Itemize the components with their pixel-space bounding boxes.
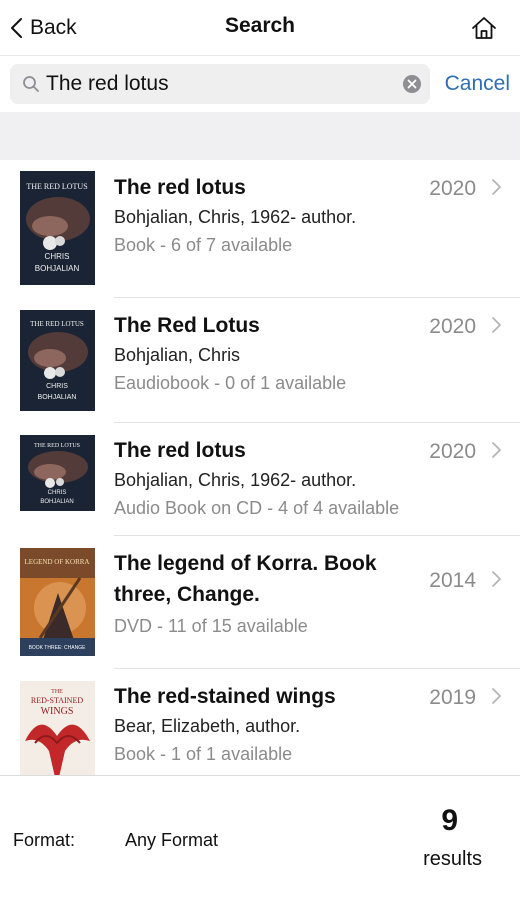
nav-bar: Back Search [0,0,520,56]
list-item[interactable]: LEGEND OF KORRA BOOK THREE: CHANGE The l… [0,536,520,669]
format-label: Format: [13,830,76,850]
result-year: 2020 [429,440,476,463]
book-cover-image: THE RED-STAINED WINGS [20,681,95,775]
chevron-right-icon [492,179,501,195]
clear-icon[interactable] [402,74,422,94]
chevron-right-icon [492,442,501,458]
result-format: Book - 1 of 1 available [114,744,293,764]
result-author: Bohjalian, Chris [114,345,241,365]
chevron-right-icon [492,688,501,704]
cover-subtitle: BOOK THREE: CHANGE [29,645,87,651]
result-title-line1: The legend of Korra. Book [114,552,377,575]
cover-title: THE RED LOTUS [34,443,80,449]
cover-title-bottom: WINGS [41,706,74,717]
cover-author-last: BOHJALIAN [35,264,80,273]
result-format: Book - 6 of 7 available [114,235,293,255]
search-bar: Cancel [0,56,520,112]
book-cover-image: THE RED LOTUS CHRIS BOHJALIAN [20,171,95,285]
result-count: 9 [441,804,458,837]
search-field[interactable] [10,64,430,104]
list-item[interactable]: THE RED-STAINED WINGS The red-stained wi… [0,669,520,775]
home-icon[interactable] [470,14,498,42]
cover-title-mid: RED-STAINED [31,696,83,705]
result-year: 2014 [429,569,476,592]
cover-author-first: CHRIS [48,490,67,496]
search-input[interactable] [46,64,386,104]
result-year: 2019 [429,686,476,709]
result-author: Bohjalian, Chris, 1962- author. [114,207,357,227]
result-count-label: results [423,848,482,870]
list-item[interactable]: THE RED LOTUS CHRIS BOHJALIAN The red lo… [0,423,520,536]
result-format: Eaudiobook - 0 of 1 available [114,373,347,393]
cover-author-first: CHRIS [46,383,68,390]
cover-author-last: BOHJALIAN [40,499,73,505]
book-cover-image: THE RED LOTUS CHRIS BOHJALIAN [20,310,95,411]
search-icon [23,76,39,92]
cover-title-top: THE [51,689,63,695]
result-author: Bohjalian, Chris, 1962- author. [114,470,357,490]
result-author: Bear, Elizabeth, author. [114,716,301,736]
cover-author-first: CHRIS [45,252,70,261]
chevron-right-icon [492,317,501,333]
results-footer: Format: Any Format 9 results [0,775,520,900]
result-year: 2020 [429,315,476,338]
result-year: 2020 [429,177,476,200]
results-list[interactable]: THE RED LOTUS CHRIS BOHJALIAN The red lo… [0,160,520,775]
list-item[interactable]: THE RED LOTUS CHRIS BOHJALIAN The Red Lo… [0,298,520,423]
dvd-cover-image: LEGEND OF KORRA BOOK THREE: CHANGE [20,548,95,656]
result-format: DVD - 11 of 15 available [114,616,308,636]
result-title-line2: three, Change. [114,583,260,606]
book-cover-image: THE RED LOTUS CHRIS BOHJALIAN [20,435,95,511]
result-format: Audio Book on CD - 4 of 4 available [114,498,400,518]
cover-title: THE RED LOTUS [26,182,87,191]
cancel-button[interactable]: Cancel [445,72,510,96]
cover-title: LEGEND OF KORRA [25,558,90,566]
result-title: The red lotus [114,439,246,462]
result-title: The red-stained wings [114,685,336,708]
cover-title: THE RED LOTUS [30,320,84,328]
result-title: The red lotus [114,176,246,199]
page-title: Search [224,14,296,37]
result-title: The Red Lotus [114,314,260,337]
format-filter[interactable]: Any Format [125,830,218,851]
cover-author-last: BOHJALIAN [38,394,77,401]
list-item[interactable]: THE RED LOTUS CHRIS BOHJALIAN The red lo… [0,160,520,298]
section-spacer [0,112,520,160]
chevron-right-icon [492,571,501,587]
